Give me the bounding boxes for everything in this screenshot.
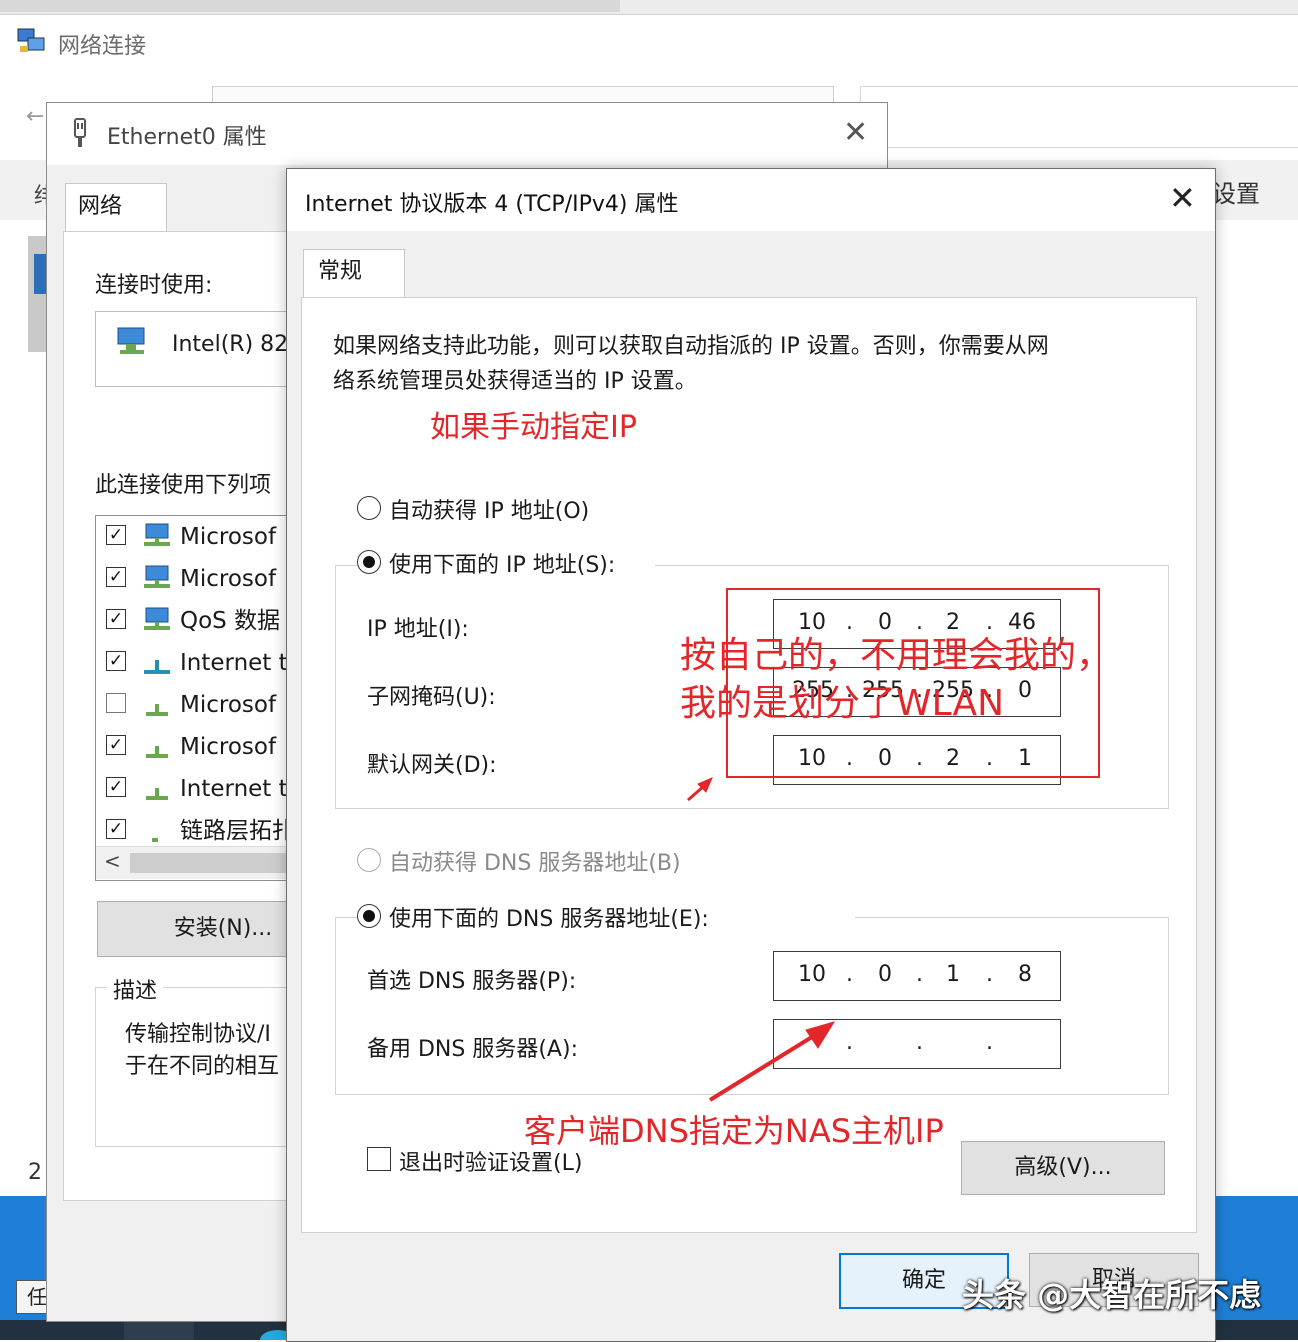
radio-indicator[interactable] [357, 550, 381, 574]
ethernet-dialog-title: Ethernet0 属性 [107, 125, 267, 150]
item-checkbox[interactable]: ✓ [106, 735, 126, 755]
tab-network[interactable]: 网络 [65, 183, 167, 234]
default-gateway-label: 默认网关(D): [367, 753, 497, 778]
auto-dns-label: 自动获得 DNS 服务器地址(B) [389, 851, 681, 876]
background-window-title: 网络连接 [58, 34, 147, 59]
radio-indicator[interactable] [357, 496, 381, 520]
adapter-name: Intel(R) 82 [172, 332, 289, 357]
item-checkbox[interactable]: ✓ [106, 651, 126, 671]
annotation-own-settings-line1: 按自己的，不用理会我的， [680, 635, 1113, 676]
item-checkbox[interactable]: ✓ [106, 819, 126, 839]
intro-line-2: 络系统管理员处获得适当的 IP 设置。 [333, 369, 697, 394]
ethernet-adapter-icon [74, 118, 86, 147]
radio-indicator[interactable] [357, 904, 381, 928]
item-label: Internet t [180, 776, 288, 802]
intro-line-1: 如果网络支持此功能，则可以获取自动指派的 IP 设置。否则，你需要从网 [333, 334, 1049, 359]
network-client-icon [144, 565, 170, 588]
item-label: Microsof [180, 692, 277, 718]
item-checkbox[interactable]: ✓ [106, 609, 126, 629]
protocol-icon [146, 746, 168, 758]
manual-dns-radio[interactable]: 使用下面的 DNS 服务器地址(E): [357, 901, 855, 933]
protocol-icon [152, 838, 158, 842]
alternate-dns-input[interactable]: . . . [773, 1019, 1061, 1069]
ipv4-dialog-title: Internet 协议版本 4 (TCP/IPv4) 属性 [305, 192, 679, 217]
connection-items-label: 此连接使用下列项 [95, 473, 272, 498]
watermark: 头条 @大智在所不虑 [962, 1276, 1262, 1314]
item-label: Microsof [180, 524, 277, 550]
item-label: Internet t [180, 650, 288, 676]
annotation-dns-note: 客户端DNS指定为NAS主机IP [524, 1112, 944, 1150]
annotation-manual-ip: 如果手动指定IP [430, 410, 637, 445]
background-window-top-edge [0, 0, 1298, 15]
status-bar-count: 2 [28, 1160, 42, 1185]
item-label: Microsof [180, 566, 277, 592]
change-settings-link[interactable]: 设置 [1212, 174, 1260, 209]
connect-using-label: 连接时使用: [95, 273, 213, 298]
item-label: QoS 数据 [180, 608, 281, 634]
subnet-mask-label: 子网掩码(U): [367, 685, 496, 710]
ip-address-label: IP 地址(I): [367, 617, 469, 642]
advanced-button[interactable]: 高级(V)... [961, 1141, 1165, 1195]
close-icon[interactable]: ✕ [843, 115, 868, 150]
preferred-dns-input[interactable]: 10. 0. 1. 8 [773, 951, 1061, 1001]
checkbox-indicator[interactable] [367, 1147, 391, 1171]
network-connections-icon [17, 28, 45, 52]
search-box[interactable] [860, 86, 1298, 148]
item-label: Microsof [180, 734, 277, 760]
protocol-icon [146, 704, 168, 716]
alternate-dns-label: 备用 DNS 服务器(A): [367, 1037, 578, 1062]
manual-ip-radio[interactable]: 使用下面的 IP 地址(S): [357, 547, 655, 579]
annotation-own-settings-line2: 我的是划分了WLAN [680, 683, 1005, 724]
item-checkbox[interactable]: ✓ [106, 777, 126, 797]
manual-dns-label: 使用下面的 DNS 服务器地址(E): [389, 907, 709, 932]
description-legend: 描述 [107, 973, 164, 1005]
item-checkbox[interactable]: ✓ [106, 525, 126, 545]
close-icon[interactable]: ✕ [1169, 179, 1196, 217]
annotation-own-settings: 按自己的，不用理会我的， 我的是划分了WLAN [680, 632, 1112, 728]
network-client-icon [144, 607, 170, 630]
back-arrow-icon[interactable]: ← [26, 104, 44, 129]
intro-text: 如果网络支持此功能，则可以获取自动指派的 IP 设置。否则，你需要从网 络系统管… [333, 329, 1153, 399]
protocol-icon [144, 660, 170, 674]
manual-ip-label: 使用下面的 IP 地址(S): [389, 553, 616, 578]
auto-ip-label: 自动获得 IP 地址(O) [389, 499, 590, 524]
preferred-dns-label: 首选 DNS 服务器(P): [367, 969, 577, 994]
network-client-icon [144, 523, 170, 546]
network-adapter-icon [117, 327, 145, 354]
item-checkbox[interactable] [106, 693, 126, 713]
item-checkbox[interactable]: ✓ [106, 567, 126, 587]
tab-general[interactable]: 常规 [303, 249, 405, 300]
radio-indicator[interactable] [357, 848, 381, 872]
protocol-icon [146, 788, 168, 800]
chevron-left-icon[interactable]: < [104, 849, 121, 873]
